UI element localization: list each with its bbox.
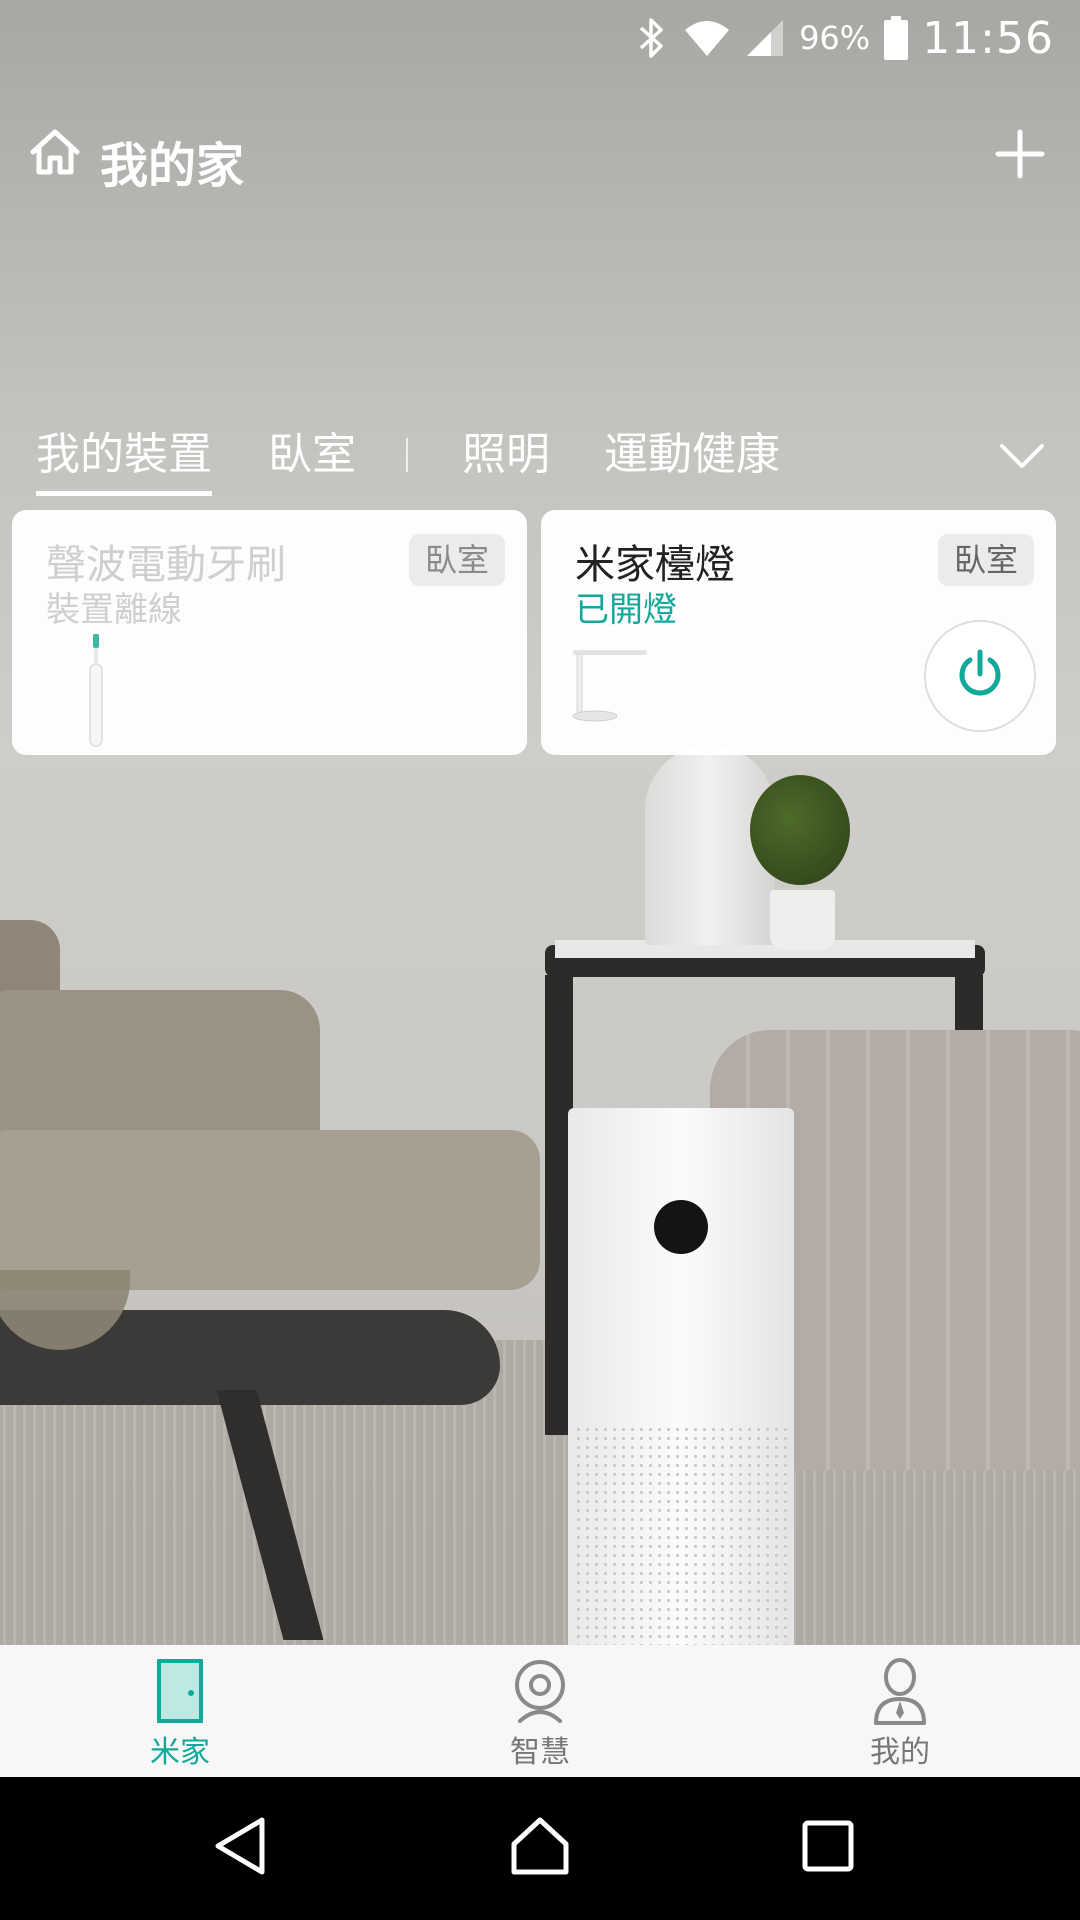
scene-purifier-grille <box>574 1425 788 1645</box>
room-badge: 臥室 <box>937 534 1034 586</box>
tab-lighting[interactable]: 照明 <box>462 418 550 482</box>
clock: 11:56 <box>922 12 1054 64</box>
battery-percent: 96% <box>799 19 871 57</box>
tab-divider <box>406 438 408 472</box>
bluetooth-icon <box>635 16 669 60</box>
profile-icon <box>800 1657 1000 1725</box>
signal-icon <box>745 18 785 58</box>
tab-label: 我的裝置 <box>36 429 212 480</box>
system-navigation-bar <box>0 1777 1080 1920</box>
device-status: 裝置離線 <box>46 590 182 630</box>
home-title[interactable]: 我的家 <box>100 126 244 196</box>
nav-item-smart[interactable]: 智慧 <box>440 1657 640 1772</box>
plus-icon <box>995 129 1045 183</box>
add-device-button[interactable] <box>988 124 1052 188</box>
device-card-desk-lamp[interactable]: 米家檯燈 已開燈 臥室 <box>541 510 1056 755</box>
scene-plant <box>750 775 850 885</box>
nav-label: 智慧 <box>510 1735 570 1770</box>
tab-sports-health[interactable]: 運動健康 <box>604 418 780 482</box>
back-triangle-icon <box>210 1814 270 1882</box>
power-toggle-button[interactable] <box>924 620 1036 732</box>
home-button[interactable] <box>500 1813 580 1883</box>
tab-active-indicator <box>36 491 212 496</box>
tab-bedroom[interactable]: 臥室 <box>268 418 356 482</box>
background-scene <box>0 0 1080 1645</box>
tab-label: 照明 <box>462 429 550 480</box>
bottom-navigation: 米家 智慧 我的 <box>0 1645 1080 1777</box>
desk-lamp-icon <box>571 646 651 730</box>
door-icon <box>80 1657 280 1725</box>
power-icon <box>954 648 1006 704</box>
nav-item-mijia[interactable]: 米家 <box>80 1657 280 1772</box>
room-badge: 臥室 <box>408 534 505 586</box>
square-icon <box>800 1818 856 1878</box>
scene-sofa-seat <box>0 1130 540 1290</box>
tab-my-devices[interactable]: 我的裝置 <box>36 418 212 496</box>
nav-label: 米家 <box>150 1735 210 1770</box>
nav-item-profile[interactable]: 我的 <box>800 1657 1000 1772</box>
room-tabs: 我的裝置 臥室 照明 運動健康 <box>36 418 1080 498</box>
recents-button[interactable] <box>788 1813 868 1883</box>
expand-tabs-button[interactable] <box>992 428 1052 488</box>
scene-purifier-display <box>654 1200 708 1254</box>
back-button[interactable] <box>200 1813 280 1883</box>
battery-icon <box>884 16 909 60</box>
camera-icon <box>440 1657 640 1725</box>
home-outline-icon <box>508 1814 572 1882</box>
device-card-toothbrush[interactable]: 聲波電動牙刷 裝置離線 臥室 <box>12 510 527 755</box>
device-status: 已開燈 <box>575 590 677 630</box>
status-bar: 96% 11:56 <box>0 0 1080 76</box>
chevron-down-icon <box>999 442 1045 474</box>
home-icon[interactable] <box>28 128 82 180</box>
nav-label: 我的 <box>870 1735 930 1770</box>
app-header: 我的家 <box>28 118 1052 198</box>
wifi-icon <box>683 18 731 58</box>
tab-label: 臥室 <box>268 429 356 480</box>
tab-label: 運動健康 <box>604 429 780 480</box>
scene-pot <box>770 890 835 950</box>
toothbrush-icon <box>76 628 116 752</box>
